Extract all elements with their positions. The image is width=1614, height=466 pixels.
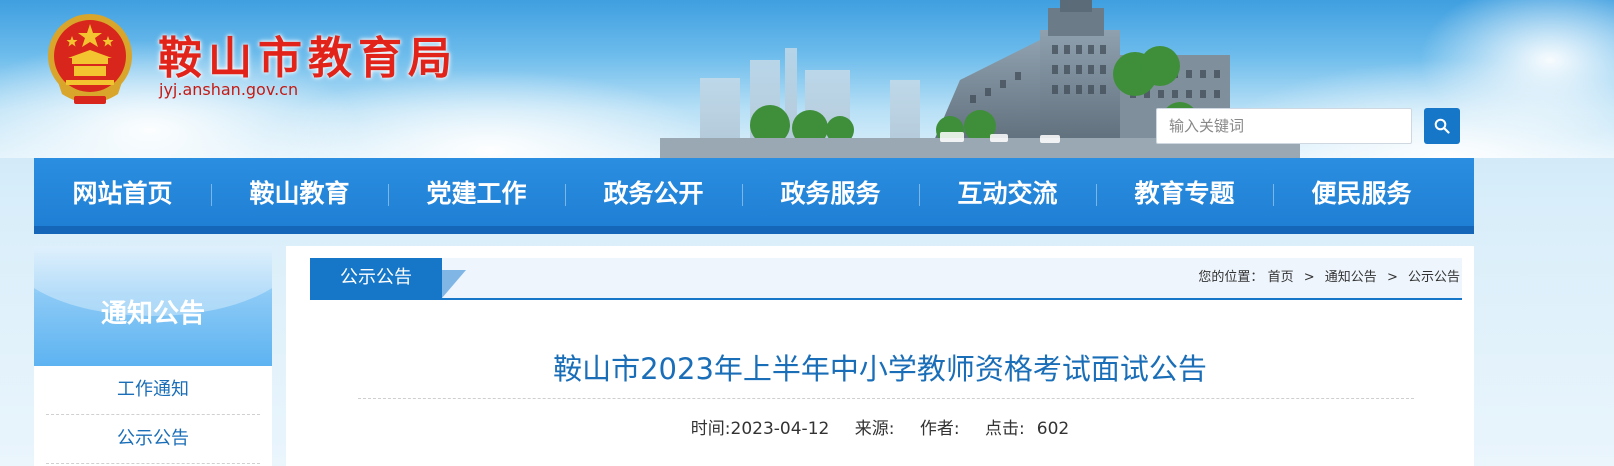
article-views: 点击: 602	[985, 419, 1069, 439]
nav-list: 网站首页 鞍山教育 党建工作 政务公开 政务服务 互动交流 教育专题 便民服务	[34, 158, 1474, 226]
tab-corner-decoration	[442, 270, 466, 298]
search-icon	[1434, 118, 1450, 134]
site-domain: jyj.anshan.gov.cn	[159, 80, 299, 99]
sidebar: 通知公告 工作通知 公示公告	[34, 246, 272, 466]
article-source: 来源:	[854, 419, 895, 439]
nav-item-education-topics[interactable]: 教育专题	[1096, 158, 1273, 226]
article-author: 作者:	[919, 419, 960, 439]
nav-item-home[interactable]: 网站首页	[34, 158, 211, 226]
search-input[interactable]	[1156, 108, 1412, 144]
nav-item-government-services[interactable]: 政务服务	[742, 158, 919, 226]
article-meta: 时间:2023-04-12 来源: 作者: 点击: 602	[286, 414, 1474, 439]
breadcrumb-separator: >	[1303, 270, 1315, 285]
breadcrumb-notices[interactable]: 通知公告	[1325, 270, 1377, 285]
nav-item-government-affairs[interactable]: 政务公开	[565, 158, 742, 226]
sidebar-header: 通知公告	[34, 246, 272, 366]
views-label: 点击:	[985, 419, 1025, 439]
search-button[interactable]	[1424, 108, 1460, 144]
nav-item-interaction[interactable]: 互动交流	[919, 158, 1096, 226]
nav-item-party-building[interactable]: 党建工作	[388, 158, 565, 226]
breadcrumb-home[interactable]: 首页	[1268, 270, 1294, 285]
nav-item-anshan-education[interactable]: 鞍山教育	[211, 158, 388, 226]
main-content: 公示公告 您的位置： 首页 > 通知公告 > 公示公告 鞍山市2023年上半年中…	[286, 246, 1474, 466]
site-title: 鞍山市教育局	[158, 33, 458, 84]
site-header: 鞍山市教育局 jyj.anshan.gov.cn	[0, 0, 1614, 158]
nav-item-public-services[interactable]: 便民服务	[1273, 158, 1450, 226]
sidebar-title: 通知公告	[100, 298, 205, 329]
section-header: 公示公告 您的位置： 首页 > 通知公告 > 公示公告	[310, 258, 1462, 300]
views-count: 602	[1036, 419, 1070, 439]
article-time: 时间:2023-04-12	[690, 419, 830, 439]
national-emblem-icon	[48, 14, 132, 104]
sidebar-item-work-notices[interactable]: 工作通知	[46, 366, 260, 415]
breadcrumb-separator: >	[1386, 270, 1398, 285]
breadcrumb-announcements[interactable]: 公示公告	[1408, 270, 1460, 285]
sidebar-item-public-announcements[interactable]: 公示公告	[46, 415, 260, 464]
title-divider	[358, 398, 1414, 399]
breadcrumb-prefix: 您的位置：	[1198, 270, 1264, 285]
breadcrumb: 您的位置： 首页 > 通知公告 > 公示公告	[1198, 258, 1460, 298]
main-nav: 网站首页 鞍山教育 党建工作 政务公开 政务服务 互动交流 教育专题 便民服务	[34, 158, 1474, 234]
article-title: 鞍山市2023年上半年中小学教师资格考试面试公告	[553, 352, 1207, 386]
section-tab: 公示公告	[310, 258, 442, 298]
